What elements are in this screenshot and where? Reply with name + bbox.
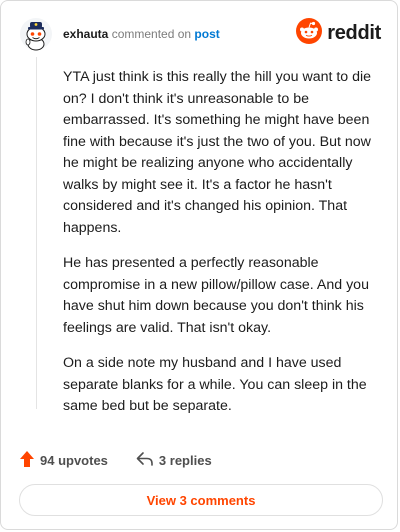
- upvote-count: 94 upvotes: [40, 452, 108, 468]
- replies-count: 3 replies: [158, 452, 212, 468]
- reddit-wordmark: reddit: [327, 21, 381, 44]
- snoo-avatar-icon[interactable]: [19, 17, 53, 51]
- username-link[interactable]: exhauta: [63, 27, 108, 41]
- post-link[interactable]: post: [194, 27, 219, 41]
- comment-paragraph: He has presented a perfectly reasonable …: [63, 255, 369, 336]
- comment-header: exhauta commented on post reddit: [19, 17, 381, 53]
- comment-paragraph: On a side note my husband and I have use…: [63, 355, 367, 414]
- comment-actions: 94 upvotes 3 replies: [19, 449, 240, 471]
- comment-byline: exhauta commented on post: [63, 26, 220, 42]
- commented-on-text: commented on: [108, 27, 195, 41]
- reddit-snoo-icon: [296, 17, 323, 49]
- replies-button[interactable]: 3 replies: [136, 451, 212, 470]
- comment-body: YTA just think is this really the hill y…: [63, 67, 381, 432]
- upvote-button[interactable]: 94 upvotes: [19, 450, 108, 471]
- reddit-logo[interactable]: reddit: [296, 17, 381, 49]
- thread-line[interactable]: [36, 57, 37, 409]
- view-comments-button[interactable]: View 3 comments: [19, 484, 383, 516]
- reply-arrow-icon: [136, 451, 159, 470]
- comment-card: exhauta commented on post reddit YTA jus…: [0, 0, 398, 530]
- comment-paragraph: YTA just think is this really the hill y…: [63, 69, 372, 236]
- upvote-arrow-icon: [19, 450, 40, 471]
